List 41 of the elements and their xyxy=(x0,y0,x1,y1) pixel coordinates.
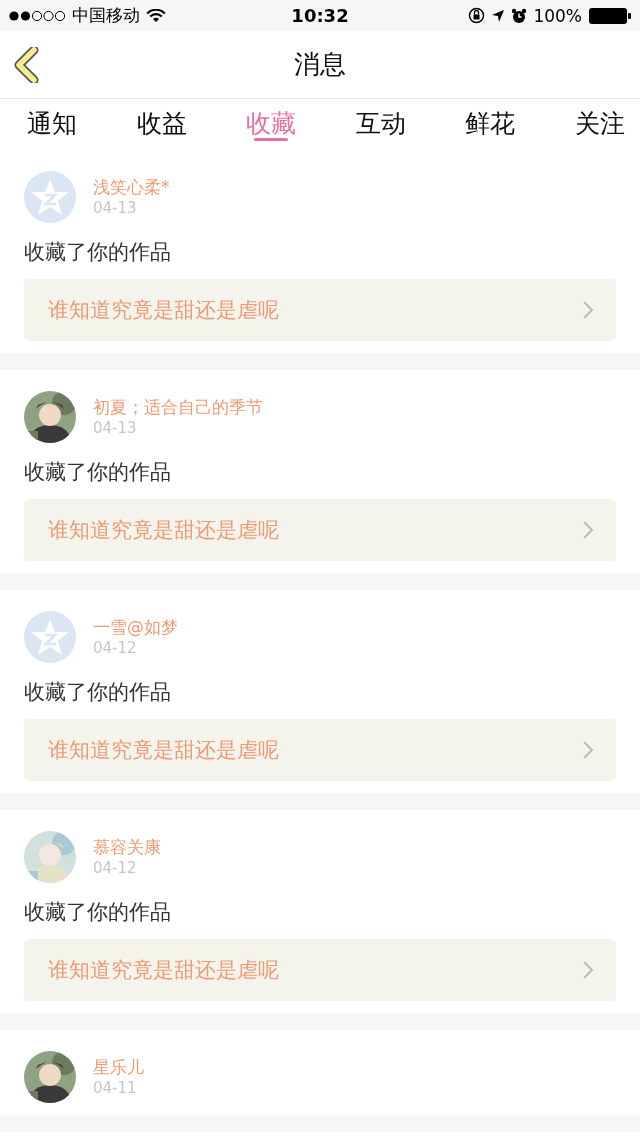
tab[interactable]: 收藏 xyxy=(245,99,298,147)
tab[interactable]: 鲜花 xyxy=(464,99,517,147)
message-text: 收藏了你的作品 xyxy=(24,239,172,266)
default-avatar-icon xyxy=(24,611,76,663)
tab[interactable]: 互动 xyxy=(354,99,407,147)
chevron-right-icon xyxy=(582,960,594,980)
work-link[interactable]: 谁知道究竟是甜还是虐呢 xyxy=(24,939,616,1001)
wifi-icon xyxy=(146,8,166,23)
user-name[interactable]: 浅笑心柔* xyxy=(93,176,170,198)
page-title: 消息 xyxy=(294,48,346,81)
chevron-right-icon xyxy=(582,740,594,760)
message-date: 04-12 xyxy=(93,638,138,658)
chevron-right-icon xyxy=(582,300,594,320)
battery-percent: 100% xyxy=(533,5,582,26)
message-text: 收藏了你的作品 xyxy=(24,459,172,486)
carrier-name: 中国移动 xyxy=(72,4,140,27)
message-text: 收藏了你的作品 xyxy=(24,899,172,926)
message-date: 04-13 xyxy=(93,198,138,218)
tab[interactable]: 关注 xyxy=(573,99,626,147)
clock-time: 10:32 xyxy=(291,5,349,26)
tab[interactable]: 通知 xyxy=(26,99,78,147)
message-date: 04-12 xyxy=(93,858,138,878)
tab[interactable]: 收益 xyxy=(135,99,188,147)
user-name[interactable]: 初夏；适合自己的季节 xyxy=(93,396,263,418)
location-arrow-icon xyxy=(491,8,506,23)
message-text: 收藏了你的作品 xyxy=(24,679,172,706)
work-link[interactable]: 谁知道究竟是甜还是虐呢 xyxy=(24,499,616,561)
default-avatar-icon xyxy=(24,171,76,223)
user-name[interactable]: 慕容关康 xyxy=(93,836,161,858)
chevron-right-icon xyxy=(582,520,594,540)
work-link[interactable]: 谁知道究竟是甜还是虐呢 xyxy=(24,719,616,781)
rotation-lock-icon xyxy=(468,7,486,24)
tab-underline xyxy=(254,138,289,141)
work-link[interactable]: 谁知道究竟是甜还是虐呢 xyxy=(24,279,616,341)
battery-icon xyxy=(588,6,632,25)
user-name[interactable]: 一雪@如梦 xyxy=(93,616,178,638)
signal-icon xyxy=(8,9,66,22)
message-date: 04-13 xyxy=(93,418,138,438)
user-name[interactable]: 星乐儿 xyxy=(93,1056,144,1078)
message-date: 04-11 xyxy=(93,1078,138,1098)
alarm-clock-icon xyxy=(511,7,528,24)
